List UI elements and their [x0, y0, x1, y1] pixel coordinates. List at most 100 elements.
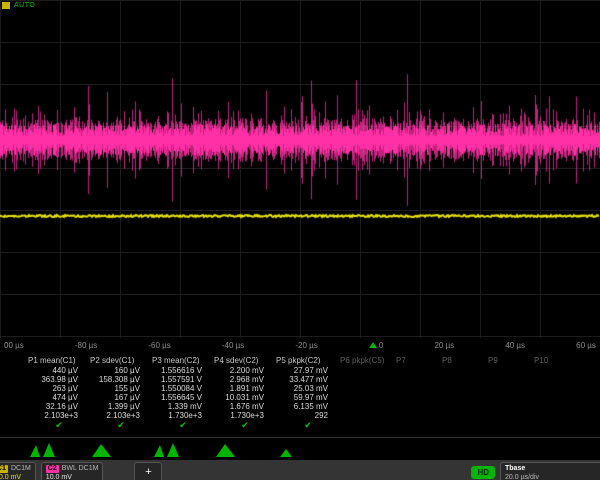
measurement-value-cell: 155 µV [90, 384, 152, 393]
measurement-column-header[interactable]: P6 pkpk(C5) [340, 355, 396, 366]
time-tick: 40 µs [505, 341, 525, 350]
time-tick: 20 µs [434, 341, 454, 350]
time-axis: 00 µs-80 µs-60 µs-40 µs-20 µs020 µs40 µs… [0, 338, 600, 352]
status-check-icon: ✔ [152, 420, 214, 431]
measurement-value-cell: 27.97 mV [276, 366, 340, 375]
measurement-table: P1 mean(C1)P2 sdev(C1)P3 mean(C2)P4 sdev… [0, 352, 600, 437]
measurement-value-cell: 1.399 µV [90, 402, 152, 411]
measurement-value-cell [488, 366, 534, 375]
waveform-canvas[interactable] [0, 0, 600, 338]
channel-descriptor-c1[interactable]: C1 DC1M 10.0 mV [0, 462, 36, 480]
measurement-value-cell: 1.557591 V [152, 375, 214, 384]
vertical-scale-c2: 10.0 mV [46, 473, 99, 480]
measurement-value-cell: 32.16 µV [28, 402, 90, 411]
measurement-value-cell [488, 402, 534, 411]
measurement-value-cell: 6.135 mV [276, 402, 340, 411]
time-tick: -80 µs [75, 341, 97, 350]
measurement-value-cell: 1.339 mV [152, 402, 214, 411]
status-check-icon [442, 420, 488, 431]
measurement-value-cell [396, 393, 442, 402]
measurement-value-cell [488, 393, 534, 402]
measurement-value-cell [340, 384, 396, 393]
status-check-icon [488, 420, 534, 431]
measurement-value-cell: 1.550084 V [152, 384, 214, 393]
measurement-value-cell [396, 375, 442, 384]
measurement-value-cell: 33.477 mV [276, 375, 340, 384]
measurement-value-cell [442, 375, 488, 384]
measurement-value-cell: 474 µV [28, 393, 90, 402]
measurement-value-cell: 25.03 mV [276, 384, 340, 393]
measurement-value-cell [488, 384, 534, 393]
measurement-value-cell [534, 366, 580, 375]
measurement-value-cell: 167 µV [90, 393, 152, 402]
measurement-value-cell: 292 [276, 411, 340, 420]
channel-badge-c2: C2 [46, 465, 59, 473]
measurement-value-cell [534, 402, 580, 411]
histicon[interactable] [280, 441, 310, 457]
trigger-mode-indicator: AUTO [2, 2, 35, 9]
measurement-value-cell [396, 411, 442, 420]
measurement-value-cell [340, 402, 396, 411]
measurement-value-cell: 440 µV [28, 366, 90, 375]
measurement-value-cell: 1.676 mV [214, 402, 276, 411]
measurement-column-header[interactable]: P4 sdev(C2) [214, 355, 276, 366]
channel-badge-c1: C1 [0, 465, 8, 473]
measurement-value-cell [340, 375, 396, 384]
timebase-descriptor[interactable]: Tbase 20.0 µs/div [500, 462, 600, 480]
histicon[interactable] [154, 441, 184, 457]
measurement-value-cell [442, 384, 488, 393]
measurement-value-cell [488, 375, 534, 384]
timebase-value: 20.0 µs/div [505, 473, 600, 480]
measurement-column-header[interactable]: P8 [442, 355, 488, 366]
measurement-value-cell: 1.556645 V [152, 393, 214, 402]
measurement-column-header[interactable]: P9 [488, 355, 534, 366]
measurement-column-header[interactable]: P5 pkpk(C2) [276, 355, 340, 366]
histicon-row [0, 437, 600, 460]
status-check-icon: ✔ [28, 420, 90, 431]
histicon[interactable] [92, 441, 122, 457]
status-check-icon [396, 420, 442, 431]
measurement-value-cell [340, 393, 396, 402]
add-trace-button[interactable]: + [134, 462, 162, 480]
trigger-position-marker [369, 342, 377, 348]
measurement-column-header[interactable]: P10 [534, 355, 580, 366]
measurement-value-cell [340, 366, 396, 375]
measurement-value-cell: 1.556616 V [152, 366, 214, 375]
measurement-column-header[interactable]: P3 mean(C2) [152, 355, 214, 366]
waveform-display[interactable]: AUTO [0, 0, 600, 338]
measurement-value-cell: 2.968 mV [214, 375, 276, 384]
measurement-value-cell: 1.891 mV [214, 384, 276, 393]
measurement-column-header[interactable]: P7 [396, 355, 442, 366]
measurement-value-cell: 59.97 mV [276, 393, 340, 402]
measurement-value-cell: 2.200 mV [214, 366, 276, 375]
measurement-value-cell: 2.103e+3 [28, 411, 90, 420]
measurement-column-header[interactable]: P1 mean(C1) [28, 355, 90, 366]
measurement-value-cell [442, 393, 488, 402]
measurement-value-cell: 263 µV [28, 384, 90, 393]
time-tick: -40 µs [222, 341, 244, 350]
measurement-value-cell [442, 411, 488, 420]
measurement-value-cell [534, 393, 580, 402]
measurement-value-cell: 363.98 µV [28, 375, 90, 384]
measurement-value-cell [340, 411, 396, 420]
measurement-value-cell [396, 384, 442, 393]
trigger-mode-label: AUTO [14, 2, 35, 9]
measurement-column-header[interactable]: P2 sdev(C1) [90, 355, 152, 366]
time-tick: -60 µs [148, 341, 170, 350]
measurement-value-cell: 1.730e+3 [214, 411, 276, 420]
histicon[interactable] [30, 441, 60, 457]
status-check-icon: ✔ [276, 420, 340, 431]
status-check-icon: ✔ [214, 420, 276, 431]
hd-badge: HD [471, 466, 495, 479]
measurement-value-cell [396, 366, 442, 375]
histicon[interactable] [216, 441, 246, 457]
vertical-scale-c1: 10.0 mV [0, 473, 31, 480]
time-tick: -20 µs [295, 341, 317, 350]
measurement-value-cell [488, 411, 534, 420]
status-check-icon [340, 420, 396, 431]
measurement-value-cell: 158.308 µV [90, 375, 152, 384]
status-check-icon: ✔ [90, 420, 152, 431]
measurement-value-cell: 2.103e+3 [90, 411, 152, 420]
channel-descriptor-c2[interactable]: C2 BWL DC1M 10.0 mV [41, 462, 104, 480]
measurement-value-cell [534, 411, 580, 420]
